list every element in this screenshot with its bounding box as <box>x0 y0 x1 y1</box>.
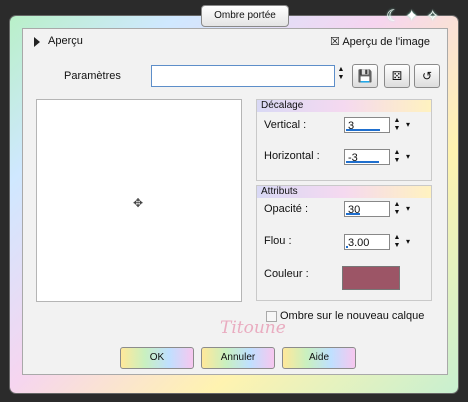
preview-panel[interactable]: ✥ <box>36 99 242 302</box>
horizontal-input[interactable]: -3 <box>344 149 390 165</box>
floppy-icon: 💾 <box>357 69 373 83</box>
moon-icon: ☾ <box>386 8 401 25</box>
opacite-input[interactable]: 30 <box>344 201 390 217</box>
couleur-label: Couleur : <box>264 268 309 280</box>
flou-dropdown[interactable]: ▾ <box>403 234 413 250</box>
dice-icon: ⚄ <box>391 69 403 83</box>
expand-triangle-icon[interactable] <box>34 37 40 47</box>
params-spinner[interactable]: ▲ ▼ <box>336 66 346 84</box>
color-swatch[interactable] <box>342 266 400 290</box>
opacite-spinner[interactable]: ▲ ▼ <box>392 201 402 217</box>
attributs-title: Attributs <box>257 186 431 198</box>
reset-arrow-icon: ↺ <box>421 69 433 83</box>
signature-watermark: Titoune <box>220 318 286 338</box>
opacite-label: Opacité : <box>264 203 309 215</box>
decalage-title: Décalage <box>257 100 431 112</box>
horizontal-dropdown[interactable]: ▾ <box>403 149 413 165</box>
horizontal-label: Horizontal : <box>264 150 320 162</box>
cancel-button[interactable]: Annuler <box>201 347 275 369</box>
vertical-dropdown[interactable]: ▾ <box>403 117 413 133</box>
ok-button[interactable]: OK <box>120 347 194 369</box>
crosshair-icon: ✥ <box>133 196 144 210</box>
save-preset-button[interactable]: 💾 <box>352 64 378 88</box>
opacite-dropdown[interactable]: ▾ <box>403 201 413 217</box>
preview-header: Aperçu ☒ Aperçu de l'image <box>22 33 446 51</box>
randomize-button[interactable]: ⚄ <box>384 64 410 88</box>
star-icon: ✦ <box>405 8 419 25</box>
vertical-input[interactable]: 3 <box>344 117 390 133</box>
decalage-group: Décalage <box>256 99 432 181</box>
vertical-label: Vertical : <box>264 119 307 131</box>
preview-image-label: Aperçu de l'image <box>342 36 431 48</box>
checkbox-mark-icon: ☒ <box>330 36 340 48</box>
params-input[interactable] <box>151 65 335 87</box>
help-button[interactable]: Aide <box>282 347 356 369</box>
flou-input[interactable]: 3.00 <box>344 234 390 250</box>
star-icon-2: ✧ <box>426 8 440 25</box>
preview-toggle[interactable]: Aperçu <box>48 35 83 47</box>
new-layer-label: Ombre sur le nouveau calque <box>280 310 425 322</box>
preview-image-checkbox[interactable]: ☒ Aperçu de l'image <box>330 35 430 48</box>
params-label: Paramètres <box>64 70 121 82</box>
horizontal-spinner[interactable]: ▲ ▼ <box>392 149 402 165</box>
vertical-spinner[interactable]: ▲ ▼ <box>392 117 402 133</box>
flou-spinner[interactable]: ▲ ▼ <box>392 234 402 250</box>
flou-label: Flou : <box>264 235 292 247</box>
dialog-title: Ombre portée <box>201 5 289 27</box>
reset-button[interactable]: ↺ <box>414 64 440 88</box>
